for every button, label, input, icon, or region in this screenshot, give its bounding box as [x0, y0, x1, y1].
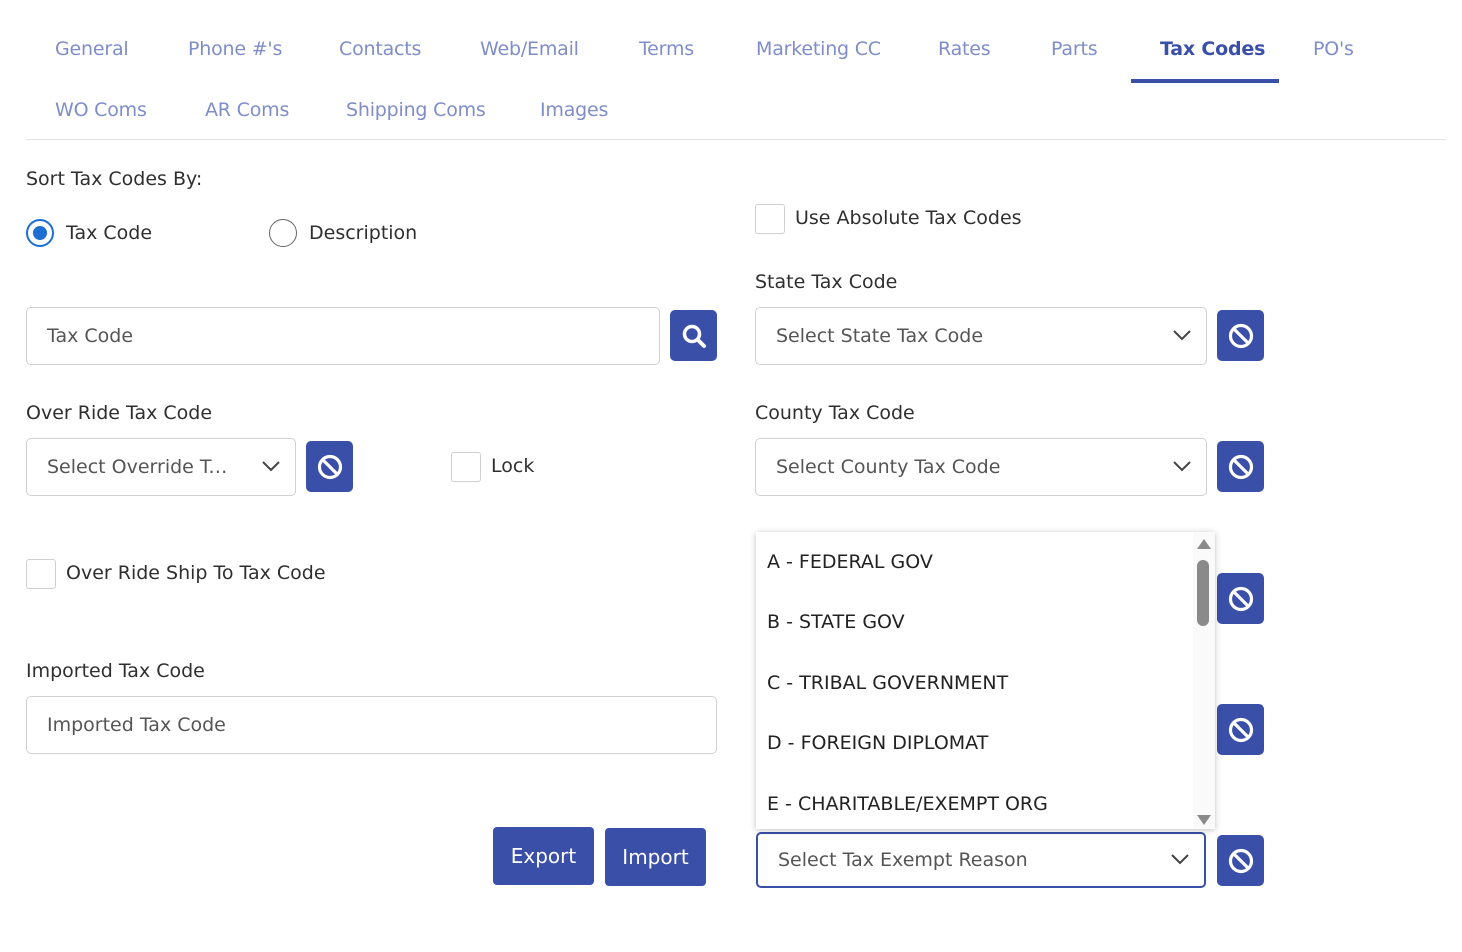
tab-pos[interactable]: PO's: [1313, 38, 1354, 60]
radio-description[interactable]: [269, 219, 297, 247]
radio-description-label[interactable]: Description: [309, 222, 417, 244]
county-select-value: Select County Tax Code: [776, 456, 1001, 478]
block-icon: [1228, 323, 1253, 348]
state-select-value: Select State Tax Code: [776, 325, 984, 347]
dropdown-option[interactable]: B - STATE GOV: [767, 611, 905, 633]
block-icon: [1228, 717, 1253, 742]
tabs-divider: [26, 139, 1446, 140]
tab-terms[interactable]: Terms: [639, 38, 694, 60]
clear-exempt-button[interactable]: [1217, 835, 1264, 886]
import-button[interactable]: Import: [605, 828, 706, 886]
block-icon: [1228, 586, 1253, 611]
tax-exempt-select[interactable]: Select Tax Exempt Reason: [756, 832, 1206, 888]
clear-county-button[interactable]: [1217, 441, 1264, 492]
tab-shipping-coms[interactable]: Shipping Coms: [346, 99, 486, 121]
override-select-value: Select Override Ta...: [47, 456, 235, 478]
block-icon: [1228, 454, 1253, 479]
clear-override-button[interactable]: [306, 441, 353, 492]
tab-phone[interactable]: Phone #'s: [188, 38, 282, 60]
absolute-tax-label[interactable]: Use Absolute Tax Codes: [795, 207, 1022, 229]
clear-hidden-field-button[interactable]: [1217, 573, 1264, 624]
scroll-up-arrow-icon[interactable]: [1196, 538, 1212, 550]
clear-state-button[interactable]: [1217, 310, 1264, 361]
tab-web-email[interactable]: Web/Email: [480, 38, 579, 60]
dropdown-option[interactable]: C - TRIBAL GOVERNMENT: [767, 672, 1008, 694]
imported-placeholder: Imported Tax Code: [47, 714, 226, 736]
tab-ar-coms[interactable]: AR Coms: [205, 99, 289, 121]
scroll-down-arrow-icon[interactable]: [1196, 814, 1212, 826]
radio-tax-code-label[interactable]: Tax Code: [66, 222, 152, 244]
tax-exempt-select-value: Select Tax Exempt Reason: [778, 849, 1028, 871]
clear-hidden-field-button[interactable]: [1217, 704, 1264, 755]
chevron-down-icon: [262, 461, 280, 472]
dropdown-option[interactable]: A - FEDERAL GOV: [767, 551, 933, 573]
tax-code-input[interactable]: Tax Code: [26, 307, 660, 365]
lock-checkbox[interactable]: [451, 452, 481, 482]
county-label: County Tax Code: [755, 402, 915, 424]
chevron-down-icon: [1171, 854, 1189, 865]
override-ship-to-checkbox[interactable]: [26, 559, 56, 589]
dropdown-option[interactable]: D - FOREIGN DIPLOMAT: [767, 732, 988, 754]
lock-label[interactable]: Lock: [491, 455, 534, 477]
tab-images[interactable]: Images: [540, 99, 608, 121]
override-select[interactable]: Select Override Ta...: [26, 438, 296, 496]
tab-parts[interactable]: Parts: [1051, 38, 1098, 60]
block-icon: [317, 454, 342, 479]
search-button[interactable]: [670, 310, 717, 361]
tab-wo-coms[interactable]: WO Coms: [55, 99, 147, 121]
tax-code-placeholder: Tax Code: [47, 325, 134, 347]
tab-general[interactable]: General: [55, 38, 129, 60]
dropdown-option[interactable]: E - CHARITABLE/EXEMPT ORG: [767, 793, 1048, 815]
state-select[interactable]: Select State Tax Code: [755, 307, 1207, 365]
tab-marketing-cc[interactable]: Marketing CC: [756, 38, 881, 60]
active-tab-indicator: [1131, 79, 1279, 83]
tab-contacts[interactable]: Contacts: [339, 38, 421, 60]
imported-label: Imported Tax Code: [26, 660, 205, 682]
tab-tax-codes[interactable]: Tax Codes: [1160, 38, 1265, 60]
sort-label: Sort Tax Codes By:: [26, 168, 203, 190]
chevron-down-icon: [1173, 330, 1191, 341]
tax-exempt-dropdown-list: A - FEDERAL GOV B - STATE GOV C - TRIBAL…: [756, 532, 1215, 829]
state-label: State Tax Code: [755, 271, 898, 293]
search-icon: [682, 324, 706, 348]
export-button[interactable]: Export: [493, 827, 594, 885]
tab-rates[interactable]: Rates: [938, 38, 991, 60]
chevron-down-icon: [1173, 461, 1191, 472]
block-icon: [1228, 848, 1253, 873]
imported-tax-code-input[interactable]: Imported Tax Code: [26, 696, 717, 754]
radio-tax-code[interactable]: [26, 219, 54, 247]
county-select[interactable]: Select County Tax Code: [755, 438, 1207, 496]
absolute-tax-checkbox[interactable]: [755, 204, 785, 234]
override-label: Over Ride Tax Code: [26, 402, 213, 424]
scrollbar-thumb[interactable]: [1197, 560, 1209, 626]
override-ship-to-label[interactable]: Over Ride Ship To Tax Code: [66, 562, 326, 584]
